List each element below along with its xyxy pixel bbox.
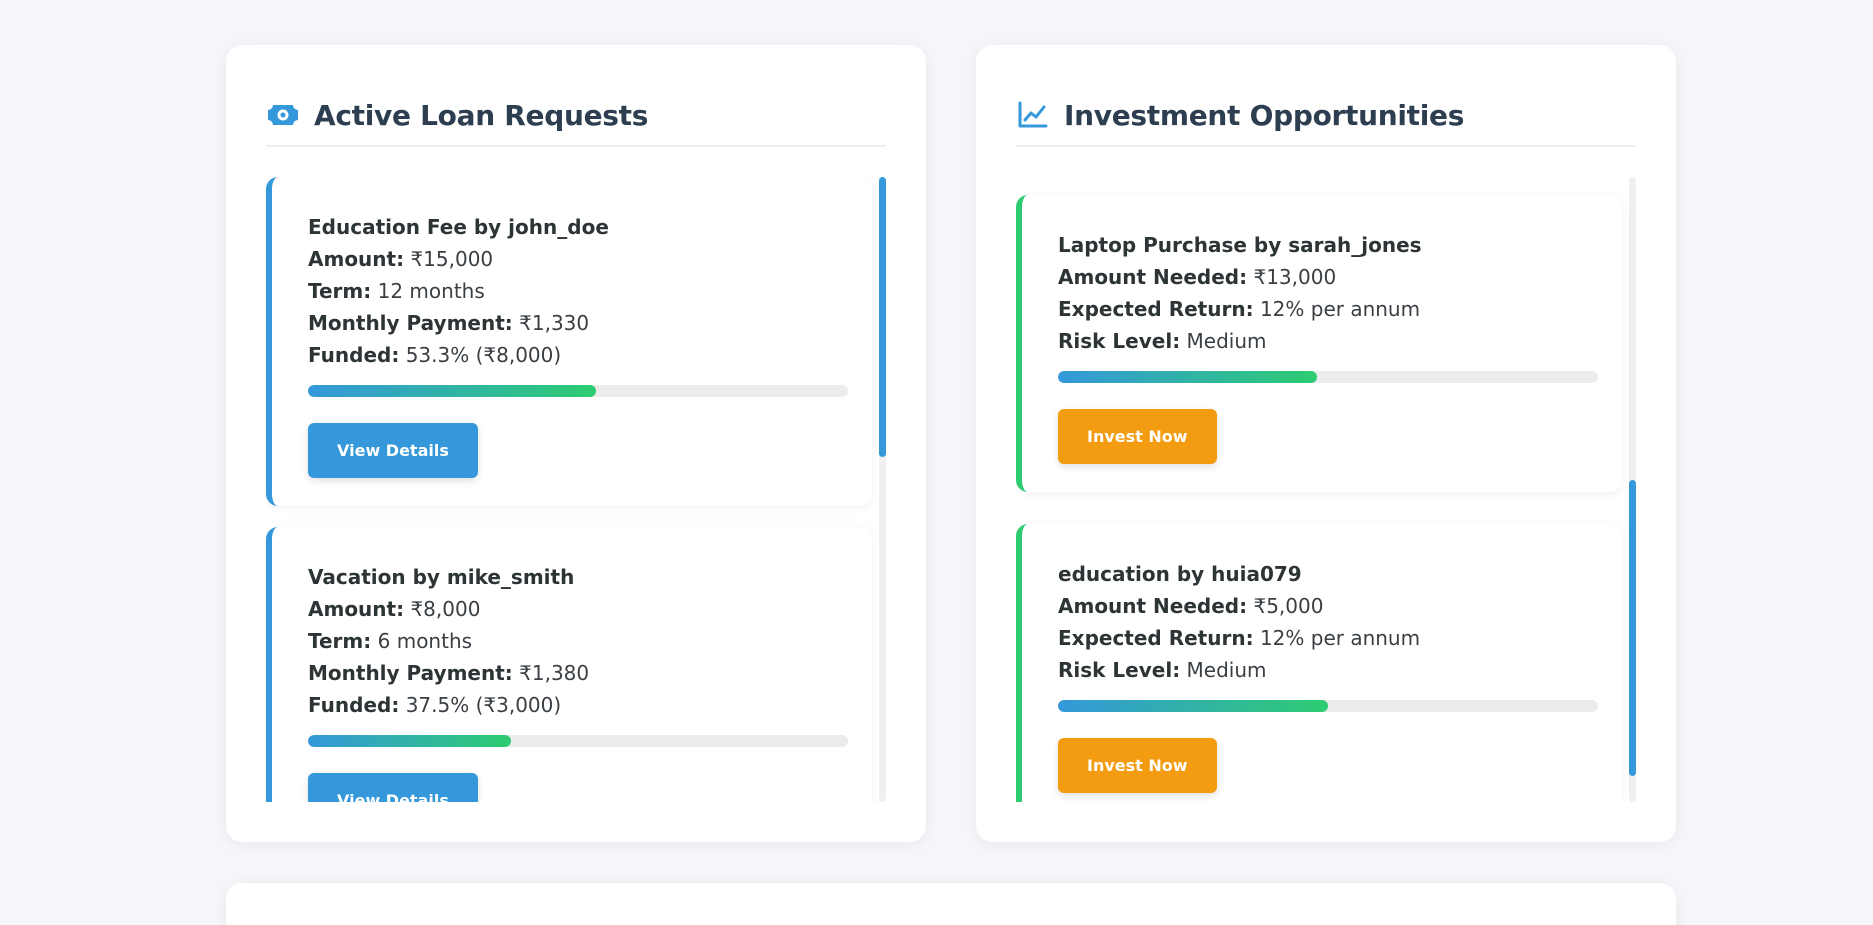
loan-scrollbar-thumb[interactable]: [879, 177, 886, 457]
funding-progress-fill: [308, 385, 596, 397]
loan-list[interactable]: Education Fee by john_doe Amount: ₹15,00…: [266, 177, 886, 802]
loan-scrollbar[interactable]: [879, 177, 886, 802]
loan-requests-panel: Active Loan Requests Education Fee by jo…: [226, 45, 926, 842]
view-details-button[interactable]: View Details: [308, 423, 478, 478]
investment-card-title: Laptop Purchase by sarah_jones: [1058, 233, 1422, 257]
risk-level: Risk Level: Medium: [1058, 658, 1267, 682]
funding-progress-bar: [308, 735, 848, 747]
loan-panel-header: Active Loan Requests: [266, 85, 886, 147]
money-bill-icon: [266, 100, 300, 130]
loan-funded: Funded: 53.3% (₹8,000): [308, 343, 562, 367]
funding-progress-fill: [1058, 700, 1328, 712]
bottom-panel: [226, 883, 1676, 925]
invest-now-button[interactable]: Invest Now: [1058, 738, 1217, 793]
funding-progress-bar: [308, 385, 848, 397]
funding-progress-fill: [308, 735, 511, 747]
expected-return: Expected Return: 12% per annum: [1058, 297, 1421, 321]
loan-term: Term: 12 months: [308, 279, 485, 303]
investment-scrollbar[interactable]: [1629, 177, 1636, 802]
amount-needed: Amount Needed: ₹13,000: [1058, 265, 1337, 289]
investment-card-title: education by huia079: [1058, 562, 1302, 586]
loan-funded: Funded: 37.5% (₹3,000): [308, 693, 562, 717]
investment-list[interactable]: Laptop Purchase by sarah_jones Amount Ne…: [1016, 177, 1636, 802]
loan-card: Vacation by mike_smith Amount: ₹8,000 Te…: [266, 527, 872, 802]
loan-amount: Amount: ₹8,000: [308, 597, 481, 621]
invest-now-button[interactable]: Invest Now: [1058, 409, 1217, 464]
loan-monthly-payment: Monthly Payment: ₹1,380: [308, 661, 590, 685]
invest-panel-header: Investment Opportunities: [1016, 85, 1636, 147]
investment-card: Laptop Purchase by sarah_jones Amount Ne…: [1016, 195, 1622, 492]
loan-amount: Amount: ₹15,000: [308, 247, 494, 271]
funding-progress-bar: [1058, 700, 1598, 712]
view-details-button[interactable]: View Details: [308, 773, 478, 802]
investment-opportunities-panel: Investment Opportunities Laptop Purchase…: [976, 45, 1676, 842]
loan-panel-title: Active Loan Requests: [314, 98, 649, 132]
investment-card: education by huia079 Amount Needed: ₹5,0…: [1016, 524, 1622, 802]
funding-progress-bar: [1058, 371, 1598, 383]
loan-card-title: Education Fee by john_doe: [308, 215, 609, 239]
loan-card: Education Fee by john_doe Amount: ₹15,00…: [266, 177, 872, 506]
loan-term: Term: 6 months: [308, 629, 473, 653]
risk-level: Risk Level: Medium: [1058, 329, 1267, 353]
investment-scrollbar-thumb[interactable]: [1629, 480, 1636, 776]
loan-card-title: Vacation by mike_smith: [308, 565, 575, 589]
chart-line-icon: [1016, 100, 1050, 130]
amount-needed: Amount Needed: ₹5,000: [1058, 594, 1324, 618]
invest-panel-title: Investment Opportunities: [1064, 98, 1465, 132]
loan-monthly-payment: Monthly Payment: ₹1,330: [308, 311, 590, 335]
expected-return: Expected Return: 12% per annum: [1058, 626, 1421, 650]
funding-progress-fill: [1058, 371, 1318, 383]
